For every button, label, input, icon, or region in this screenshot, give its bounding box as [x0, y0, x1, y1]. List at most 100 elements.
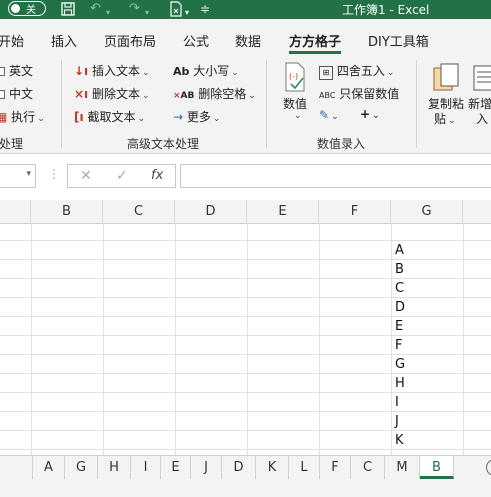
- sheet-tab-blank: [0, 456, 33, 479]
- insert-function-icon[interactable]: fx: [151, 168, 163, 183]
- keep-values-button[interactable]: ABC 只保留数值: [319, 85, 399, 102]
- cell-g[interactable]: D: [395, 298, 405, 317]
- chevron-down-icon: ⌄: [142, 68, 150, 78]
- group-label-advanced-text: 高级文本处理: [127, 137, 200, 151]
- column-header-a[interactable]: [0, 200, 31, 224]
- round-button[interactable]: ⊞ 四舍五入 ⌄: [319, 62, 394, 80]
- row-line: [0, 297, 491, 298]
- remove-spaces-icon: ×AB: [173, 91, 195, 101]
- sheet-tab[interactable]: G: [65, 456, 98, 479]
- cell-g[interactable]: B: [395, 260, 404, 279]
- cell-g[interactable]: H: [395, 374, 405, 393]
- add-sheet-icon[interactable]: [486, 459, 491, 476]
- chevron-down-icon: ⌄: [212, 114, 221, 124]
- english-option[interactable]: 英文: [0, 62, 33, 79]
- ribbon-panel: 英文 中文 ▦ 执行 ⌄ 处理 ↓ı 插入文本 ⌄ ×ı 删除文本 ⌄ [ı 截取文本…: [0, 54, 491, 154]
- sheet-tab[interactable]: K: [256, 456, 289, 479]
- edit-dropdown-button[interactable]: ✎ ⌄: [319, 108, 339, 122]
- add-insert-label-2: 入: [476, 112, 489, 126]
- column-header-c[interactable]: C: [103, 200, 175, 224]
- tab-insert[interactable]: 插入: [51, 31, 77, 50]
- cell-g[interactable]: F: [395, 336, 402, 355]
- plus-button[interactable]: + ⌄: [360, 107, 380, 121]
- chevron-down-icon: ⌄: [248, 91, 256, 101]
- chevron-down-icon[interactable]: ⌄: [294, 111, 302, 121]
- tab-diy-toolbox[interactable]: DIY工具箱: [368, 31, 429, 50]
- checkbox-icon: [0, 90, 5, 99]
- sheet-tab[interactable]: A: [33, 456, 65, 479]
- sheet-tab[interactable]: M: [385, 456, 420, 479]
- tab-data[interactable]: 数据: [235, 31, 261, 50]
- cell-g[interactable]: C: [395, 279, 404, 298]
- sheet-tab[interactable]: C: [351, 456, 385, 479]
- value-button[interactable]: 数值: [283, 95, 307, 112]
- remove-spaces-button[interactable]: ×AB 删除空格 ⌄: [173, 85, 256, 102]
- redo-icon[interactable]: ↷: [129, 1, 140, 17]
- chevron-down-icon: ⌄: [448, 116, 456, 126]
- english-label: 英文: [9, 64, 34, 78]
- cell-g[interactable]: K: [395, 431, 404, 450]
- sheet-tab[interactable]: I: [131, 456, 161, 479]
- extract-text-label: 截取文本: [87, 110, 136, 124]
- group-separator: [61, 60, 62, 148]
- sheet-tab[interactable]: F: [320, 456, 351, 479]
- delete-text-button[interactable]: ×ı 删除文本 ⌄: [74, 85, 150, 102]
- sheet-tab[interactable]: L: [289, 456, 320, 479]
- tab-page-layout[interactable]: 页面布局: [104, 31, 156, 50]
- formula-bar-grip-icon[interactable]: ⋮: [48, 167, 60, 181]
- column-header-b[interactable]: B: [31, 200, 103, 224]
- cell-g[interactable]: A: [395, 241, 404, 260]
- copy-paste-label-2: 贴 ⌄: [434, 110, 456, 127]
- sheet-tab[interactable]: J: [191, 456, 222, 479]
- sheet-tab[interactable]: E: [161, 456, 191, 479]
- enter-icon[interactable]: ✓: [116, 168, 128, 184]
- column-header-e[interactable]: E: [247, 200, 319, 224]
- chevron-down-icon: ⌄: [386, 68, 395, 78]
- cell-g[interactable]: I: [395, 393, 399, 412]
- formula-input[interactable]: [180, 164, 491, 188]
- tab-fangfang[interactable]: 方方格子: [289, 31, 341, 50]
- customize-qat-icon[interactable]: ≑: [200, 1, 210, 17]
- row-line: [0, 392, 491, 393]
- undo-icon[interactable]: ↶: [90, 1, 101, 17]
- cell-g[interactable]: J: [395, 412, 399, 431]
- keep-values-icon: ABC: [319, 91, 336, 100]
- delete-text-label: 删除文本: [92, 87, 141, 101]
- group-separator: [266, 60, 267, 148]
- row-line: [0, 316, 491, 317]
- execute-button[interactable]: ▦ 执行 ⌄: [0, 108, 45, 125]
- column-header-f[interactable]: F: [319, 200, 391, 224]
- cell-g[interactable]: G: [395, 355, 405, 374]
- sheet-tab-bar: A G H I E J D K L F C M B: [0, 455, 491, 479]
- case-button[interactable]: Ab 大小写 ⌄: [173, 62, 239, 79]
- chevron-down-icon[interactable]: ▾: [26, 169, 31, 179]
- chinese-option[interactable]: 中文: [0, 85, 33, 102]
- extract-text-icon: [ı: [74, 110, 84, 124]
- column-header-d[interactable]: D: [175, 200, 247, 224]
- cancel-icon[interactable]: ✕: [80, 168, 92, 184]
- insert-text-button[interactable]: ↓ı 插入文本 ⌄: [74, 62, 150, 79]
- extract-text-button[interactable]: [ı 截取文本 ⌄: [74, 108, 145, 125]
- chevron-down-icon: ⌄: [331, 112, 339, 122]
- more-button[interactable]: → 更多 ⌄: [173, 108, 220, 125]
- sheet-tab[interactable]: H: [98, 456, 131, 479]
- more-label: 更多: [186, 110, 211, 124]
- copy-paste-icon: [432, 62, 460, 92]
- title-bar: 关 ↶ ▾ ↷ ▾ ▾ ≑ 工作簿1 - Excel: [0, 0, 491, 19]
- case-icon: Ab: [173, 65, 190, 78]
- autosave-toggle[interactable]: 关: [8, 1, 46, 16]
- name-box[interactable]: ▾: [0, 164, 36, 188]
- cell-g[interactable]: E: [395, 317, 403, 336]
- worksheet-grid[interactable]: B C D E F G A B C D E F G H I J K: [0, 200, 491, 455]
- tab-formulas[interactable]: 公式: [183, 31, 209, 50]
- sheet-tab[interactable]: D: [222, 456, 256, 479]
- row-line: [0, 240, 491, 241]
- arrow-right-icon: →: [173, 110, 184, 124]
- keep-values-label: 只保留数值: [339, 87, 400, 101]
- tab-home[interactable]: 开始: [0, 31, 24, 50]
- row-line: [0, 373, 491, 374]
- sheet-tab-active[interactable]: B: [420, 456, 454, 479]
- column-header-h[interactable]: [463, 200, 491, 224]
- column-header-g[interactable]: G: [391, 200, 463, 224]
- edit-icon: ✎: [319, 108, 330, 122]
